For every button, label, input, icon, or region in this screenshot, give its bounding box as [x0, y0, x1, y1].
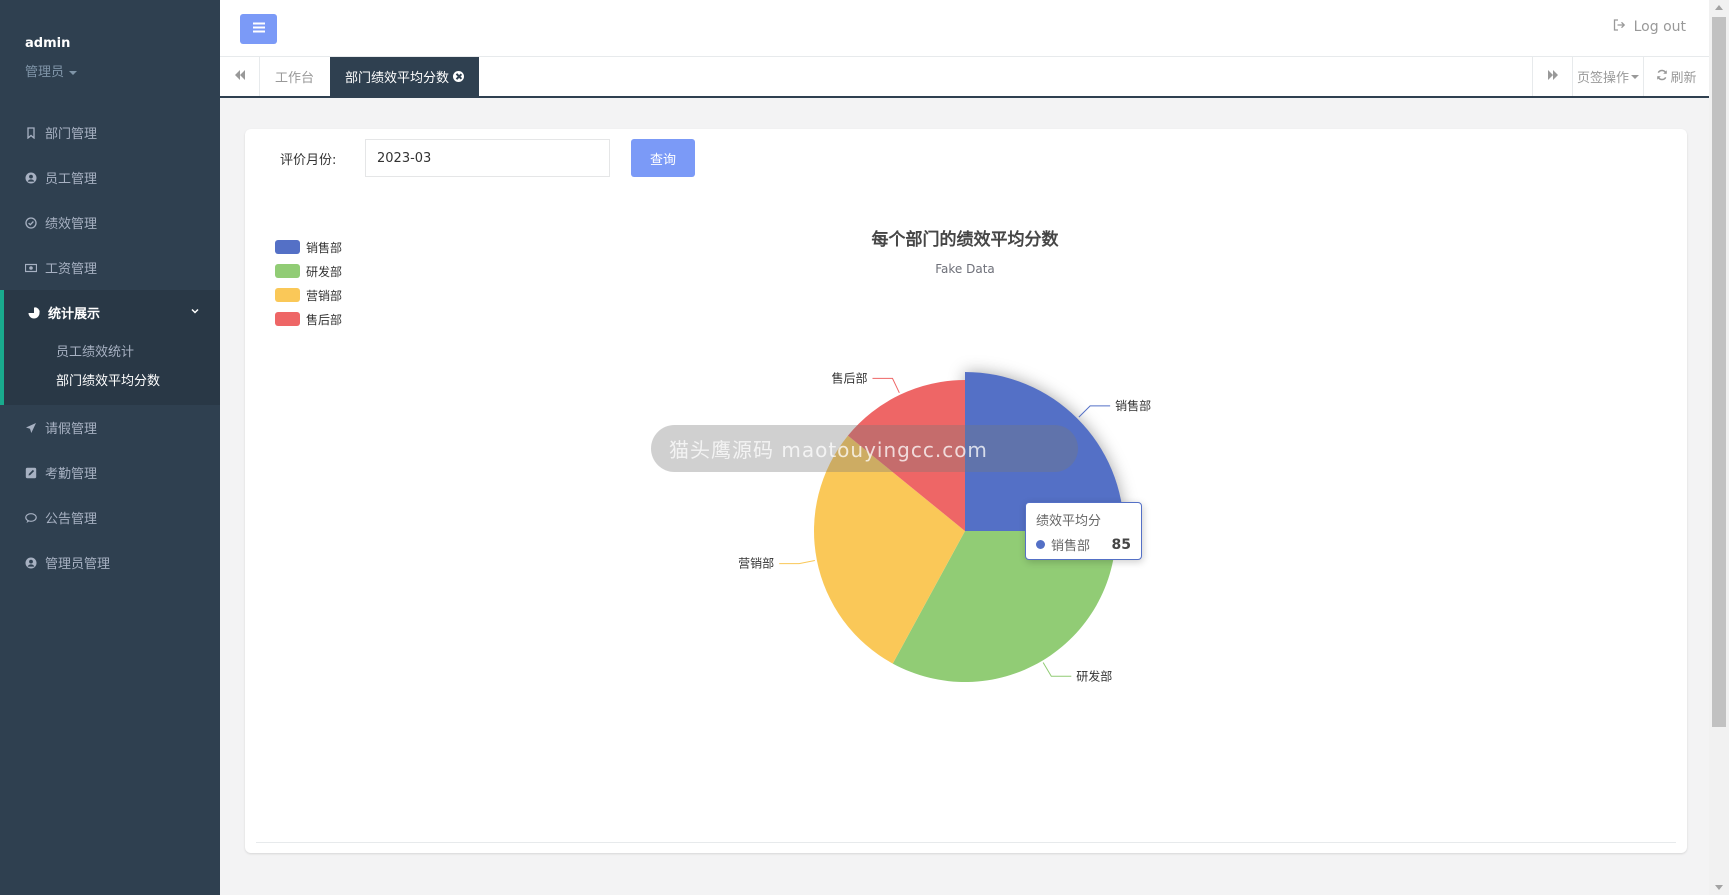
refresh-label: 刷新 — [1670, 71, 1697, 86]
legend-swatch — [275, 312, 300, 326]
page-scrollbar[interactable] — [1709, 0, 1729, 895]
sidebar-item-label: 公告管理 — [45, 512, 98, 527]
label-line — [872, 377, 900, 394]
user-circle-icon — [25, 557, 37, 569]
tab-dept-avg[interactable]: 部门绩效平均分数 — [330, 57, 480, 96]
chevron-down-icon — [190, 305, 200, 320]
legend-label: 售后部 — [306, 312, 343, 327]
scrollbar-thumb[interactable] — [1712, 17, 1726, 727]
slice-label: 售后部 — [831, 370, 867, 385]
content-card: 评价月份: 查询 每个部门的绩效平均分数 Fake Data 销售部研发部营销部… — [245, 129, 1687, 853]
legend-swatch — [275, 288, 300, 302]
legend-label: 营销部 — [306, 288, 343, 303]
caret-down-icon — [69, 70, 78, 75]
legend-item[interactable]: 研发部 — [275, 259, 342, 283]
legend-item[interactable]: 售后部 — [275, 307, 342, 331]
menu-toggle-button[interactable] — [240, 14, 277, 44]
card-divider — [256, 842, 1676, 843]
sidebar-item-dept[interactable]: 部门管理 — [0, 110, 220, 155]
sidebar-item-salary[interactable]: 工资管理 — [0, 245, 220, 290]
edit-icon — [25, 467, 37, 479]
top-navbar: Log out — [220, 0, 1709, 57]
comment-icon — [25, 512, 37, 524]
tooltip-series: 销售部 — [1051, 539, 1091, 554]
legend-label: 研发部 — [306, 264, 343, 279]
sidebar-item-leave[interactable]: 请假管理 — [0, 405, 220, 450]
refresh-icon — [1656, 69, 1668, 85]
legend-item[interactable]: 销售部 — [275, 235, 342, 259]
sidebar-subitem-label: 部门绩效平均分数 — [56, 374, 161, 389]
scroll-up-arrow-icon[interactable] — [1715, 5, 1723, 10]
tabs-scroll-left-button[interactable] — [220, 57, 260, 96]
tabs-scroll-right-button[interactable] — [1532, 57, 1572, 96]
tab-operations-dropdown[interactable]: 页签操作 — [1572, 57, 1643, 96]
tabs-bar: 工作台 部门绩效平均分数 页签操作 刷新 — [220, 57, 1709, 98]
slice-label: 营销部 — [738, 556, 774, 571]
chart-legend: 销售部研发部营销部售后部 — [275, 235, 342, 331]
sidebar-item-admin[interactable]: 管理员管理 — [0, 540, 220, 585]
legend-label: 销售部 — [306, 240, 343, 255]
user-name: admin — [25, 36, 71, 51]
double-chevron-right-icon — [1547, 69, 1559, 84]
tooltip-value: 85 — [1111, 536, 1131, 553]
double-chevron-left-icon — [234, 69, 246, 84]
sidebar-item-attendance[interactable]: 考勤管理 — [0, 450, 220, 495]
bookmark-icon — [25, 126, 37, 139]
sidebar-group-stats: 统计展示 员工绩效统计 部门绩效平均分数 — [0, 290, 220, 405]
sidebar-item-label: 工资管理 — [45, 262, 98, 277]
money-icon — [25, 262, 37, 274]
chart-title: 每个部门的绩效平均分数 — [872, 229, 1060, 250]
tab-label: 部门绩效平均分数 — [345, 71, 450, 86]
label-line — [1042, 662, 1072, 677]
watermark: 猫头鹰源码 maotouyingcc.com — [651, 425, 1078, 472]
refresh-button[interactable]: 刷新 — [1643, 57, 1709, 96]
check-circle-icon — [25, 216, 37, 229]
sidebar-item-label: 请假管理 — [45, 422, 98, 437]
user-profile: admin 管理员 — [0, 0, 220, 110]
sidebar-item-stats[interactable]: 统计展示 — [4, 290, 220, 335]
sidebar-subitem-dept-avg[interactable]: 部门绩效平均分数 — [4, 366, 220, 397]
scroll-down-arrow-icon[interactable] — [1715, 885, 1723, 890]
sidebar-item-label: 统计展示 — [48, 307, 101, 322]
sidebar-subitem-label: 员工绩效统计 — [56, 345, 135, 360]
sidebar-subitem-employee-stats[interactable]: 员工绩效统计 — [4, 335, 220, 366]
caret-down-icon — [1631, 74, 1639, 79]
user-circle-icon — [25, 172, 37, 184]
sidebar-item-label: 管理员管理 — [45, 557, 111, 572]
logout-button[interactable]: Log out — [1613, 19, 1686, 35]
sidebar-item-performance[interactable]: 绩效管理 — [0, 200, 220, 245]
tab-close-icon[interactable] — [453, 71, 465, 82]
legend-swatch — [275, 264, 300, 278]
hamburger-icon — [252, 22, 265, 37]
legend-swatch — [275, 240, 300, 254]
tab-workbench[interactable]: 工作台 — [260, 57, 329, 96]
tab-label: 工作台 — [275, 71, 315, 86]
sidebar-item-label: 部门管理 — [45, 127, 98, 142]
sidebar-item-label: 员工管理 — [45, 172, 98, 187]
tab-operations-label: 页签操作 — [1576, 71, 1629, 86]
label-line — [1078, 405, 1111, 418]
chart-subtitle: Fake Data — [935, 262, 995, 276]
sidebar-item-label: 考勤管理 — [45, 467, 98, 482]
pie-chart: 每个部门的绩效平均分数 Fake Data 销售部研发部 营销部 售后部 — [738, 229, 1151, 683]
sidebar-item-employee[interactable]: 员工管理 — [0, 155, 220, 200]
sidebar-item-announcement[interactable]: 公告管理 — [0, 495, 220, 540]
chart-tooltip: 绩效平均分 销售部 85 — [1025, 502, 1142, 560]
tooltip-title: 绩效平均分 — [1036, 514, 1102, 529]
user-role-label: 管理员 — [25, 65, 65, 80]
pie-chart-icon — [28, 306, 40, 319]
label-line — [779, 560, 815, 565]
paper-plane-icon — [25, 422, 37, 434]
slice-label: 研发部 — [1076, 668, 1112, 683]
tooltip-row: 销售部 85 — [1036, 535, 1131, 554]
slice-label: 销售部 — [1115, 398, 1151, 413]
sidebar-item-label: 绩效管理 — [45, 217, 98, 232]
sign-out-icon — [1613, 19, 1626, 35]
user-role-dropdown[interactable]: 管理员 — [25, 61, 195, 80]
tooltip-dot — [1036, 540, 1045, 549]
legend-item[interactable]: 营销部 — [275, 283, 342, 307]
sidebar: admin 管理员 部门管理 员工管理 绩效管理 工资管理 统计展示 员工绩效统… — [0, 0, 220, 895]
logout-label: Log out — [1633, 19, 1686, 35]
